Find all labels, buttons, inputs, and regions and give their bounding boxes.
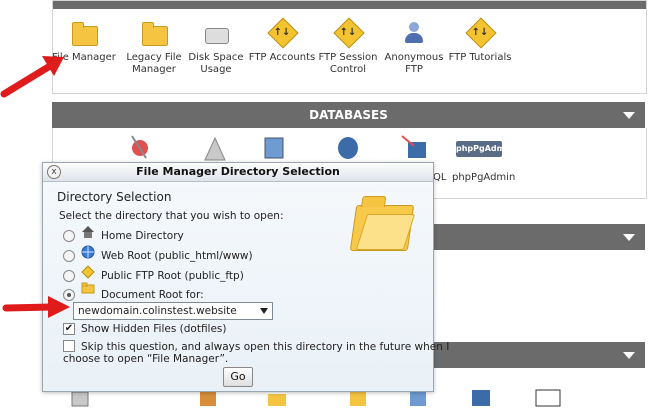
phppgadmin-logo-icon[interactable]: phpPgAdmin: [456, 141, 513, 157]
skip-question-label-line1[interactable]: Skip this question, and always open this…: [81, 341, 449, 353]
dialog-title-bar[interactable]: x File Manager Directory Selection: [43, 163, 433, 182]
pgsql-icon: [338, 137, 358, 159]
home-directory-radio[interactable]: [63, 230, 75, 242]
chevron-down-icon[interactable]: [623, 352, 635, 359]
legacy-file-manager-label: Legacy File Manager: [126, 52, 182, 75]
bottom-icon-5: [410, 392, 426, 406]
red-arrow-icon: [0, 50, 70, 100]
database-icons-row: [131, 135, 426, 161]
bottom-icon-3: [268, 394, 286, 406]
skip-question-checkbox[interactable]: [63, 340, 75, 352]
bottom-icon-1: [71, 391, 89, 407]
file-manager-directory-dialog: x File Manager Directory Selection Direc…: [42, 162, 449, 392]
ftp-session-control-label: FTP Session Control: [318, 52, 378, 75]
ftp-tutorials-item[interactable]: ↑↓ FTP Tutorials: [444, 17, 516, 64]
bottom-icon-6: [472, 390, 490, 406]
show-hidden-label[interactable]: Show Hidden Files (dotfiles): [81, 323, 227, 335]
red-arrow-to-file-manager-icon: [0, 56, 64, 98]
document-root-label[interactable]: Document Root for:: [101, 289, 204, 301]
large-folder-icon: [349, 205, 415, 251]
domain-select[interactable]: newdomain.colinstest.website: [73, 302, 273, 320]
chevron-down-icon[interactable]: [623, 112, 635, 119]
ftp-accounts-label: FTP Accounts: [248, 52, 316, 63]
chevron-down-icon: [260, 308, 268, 314]
databases-section-header[interactable]: DATABASES: [52, 102, 645, 128]
skip-question-label-line2[interactable]: choose to open “File Manager”.: [63, 353, 228, 365]
disk-space-usage-label: Disk Space Usage: [188, 52, 244, 75]
ftp-accounts-icon: ↑↓: [267, 17, 299, 49]
ftp-tutorials-label: FTP Tutorials: [448, 52, 512, 63]
home-icon: [82, 226, 94, 238]
directory-prompt: Select the directory that you wish to op…: [59, 210, 284, 222]
bottom-icon-7: [535, 389, 561, 407]
files-panel-header: [53, 1, 646, 9]
public-ftp-root-label[interactable]: Public FTP Root (public_ftp): [101, 270, 244, 282]
disk-space-usage-icon: [201, 20, 231, 48]
show-hidden-checkbox[interactable]: ✔: [63, 323, 75, 335]
anonymous-ftp-label: Anonymous FTP: [384, 52, 444, 75]
databases-title: DATABASES: [309, 108, 388, 122]
chevron-down-icon[interactable]: [623, 234, 635, 241]
wizard-icon: [131, 135, 148, 159]
public-ftp-root-radio[interactable]: [63, 270, 75, 282]
go-button[interactable]: Go: [223, 367, 253, 387]
domain-select-value: newdomain.colinstest.website: [78, 305, 237, 317]
ftp-icon: [81, 265, 95, 279]
ftp-session-control-item[interactable]: ↑↓ FTP Session Control: [312, 17, 384, 76]
pgsql-wizard-icon: [401, 135, 426, 158]
disk-space-usage-item[interactable]: Disk Space Usage: [180, 20, 252, 76]
ftp-session-control-icon: ↑↓: [333, 17, 365, 49]
bottom-icon-4: [350, 392, 366, 406]
anonymous-ftp-item[interactable]: Anonymous FTP: [378, 20, 450, 76]
file-manager-folder-icon: [69, 20, 99, 48]
web-root-label[interactable]: Web Root (public_html/www): [101, 250, 253, 262]
phppgadmin-label[interactable]: phpPgAdmin: [452, 172, 515, 183]
folder-icon: [81, 282, 95, 294]
mysql-icon: [204, 136, 226, 161]
anonymous-ftp-icon: [399, 20, 429, 48]
globe-icon: [81, 245, 95, 259]
ftp-accounts-item[interactable]: ↑↓ FTP Accounts: [246, 17, 318, 64]
directory-selection-heading: Directory Selection: [57, 190, 172, 204]
ftp-tutorials-icon: ↑↓: [465, 17, 497, 49]
bottom-icon-2: [200, 392, 216, 406]
home-directory-label[interactable]: Home Directory: [101, 230, 184, 242]
phppgadmin-logo-text: phpPgAdmin: [456, 144, 514, 153]
partial-db-label: QL: [433, 172, 447, 183]
remote-mysql-icon: [264, 137, 284, 159]
legacy-file-manager-folder-icon: [139, 20, 169, 48]
dialog-title: File Manager Directory Selection: [136, 165, 340, 178]
red-arrow-to-domain-select-icon: [2, 296, 70, 318]
web-root-radio[interactable]: [63, 250, 75, 262]
